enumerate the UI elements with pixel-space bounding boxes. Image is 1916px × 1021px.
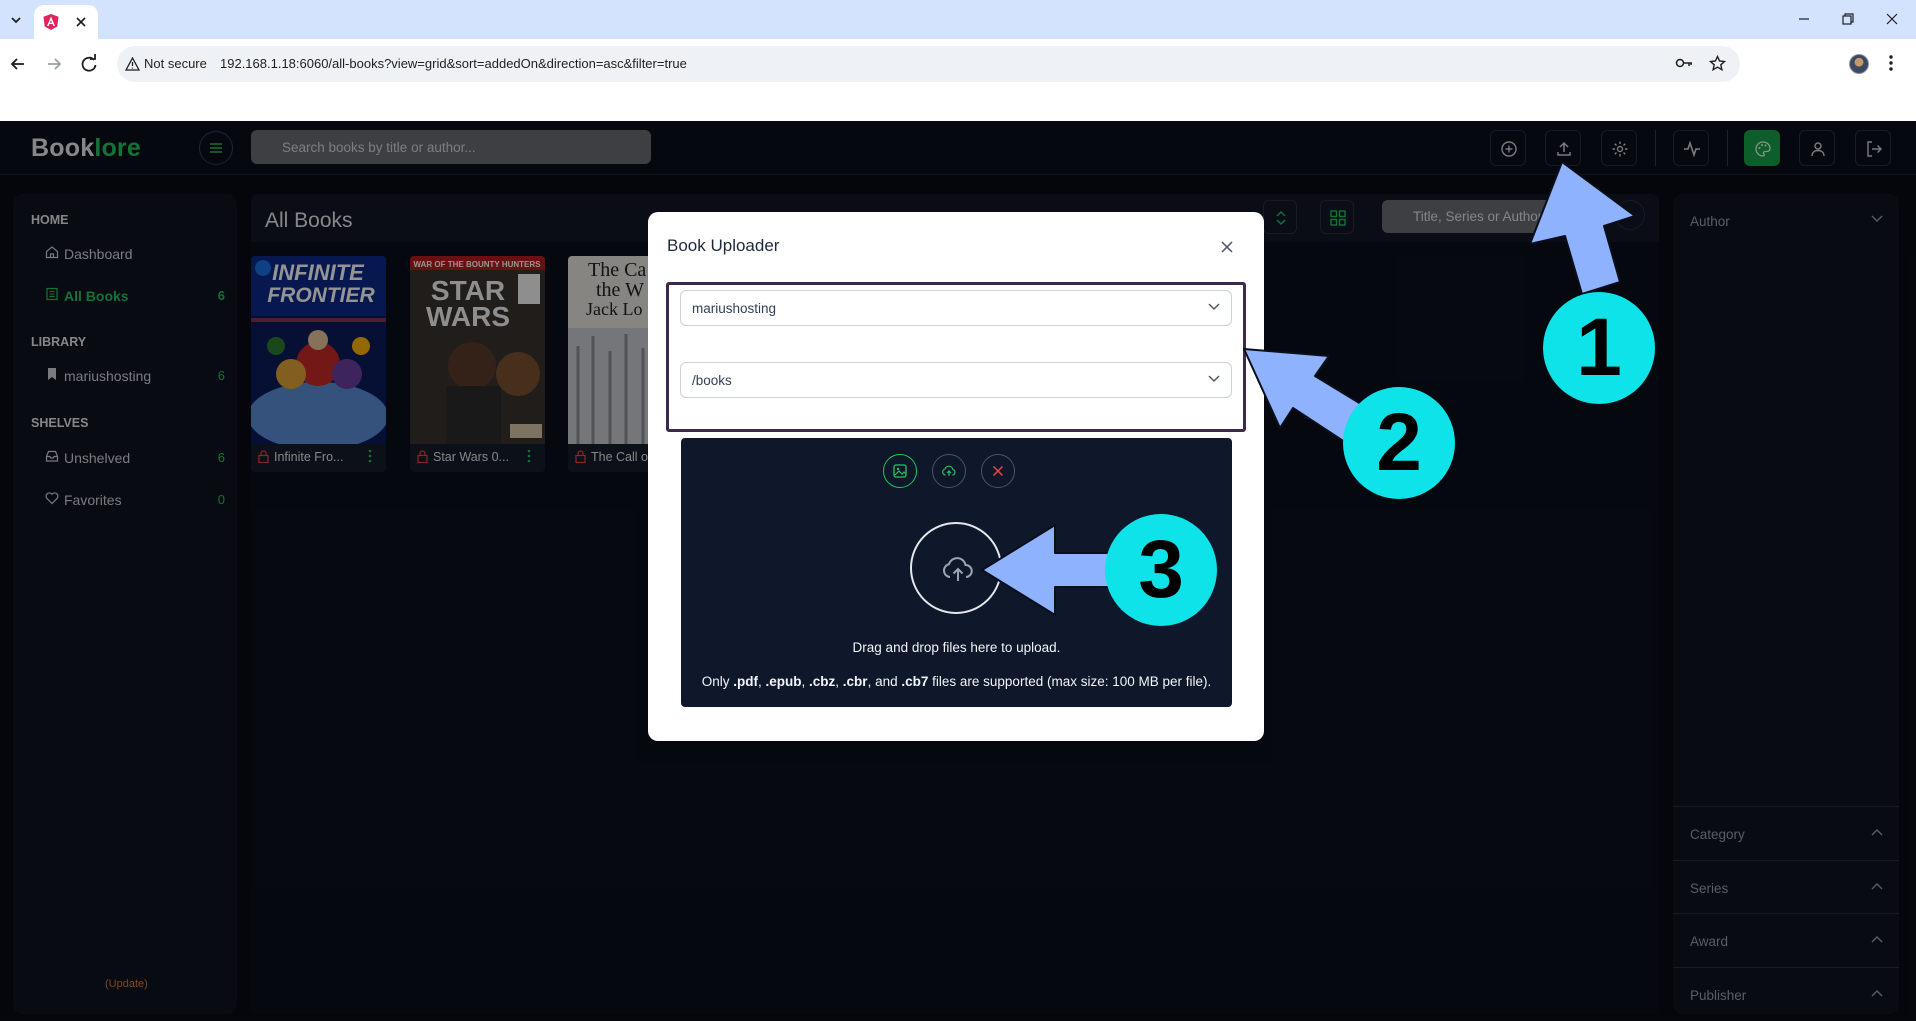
- drop-instructions: Drag and drop files here to upload.: [852, 640, 1061, 655]
- password-key-icon[interactable]: [1675, 56, 1693, 70]
- window-close-icon[interactable]: [1884, 11, 1900, 27]
- security-label[interactable]: Not secure: [144, 56, 207, 71]
- library-select[interactable]: mariushosting: [680, 290, 1232, 326]
- address-bar[interactable]: Not secure 192.168.1.18:6060/all-books?v…: [117, 46, 1740, 82]
- warning-icon: [125, 57, 140, 71]
- chevron-down-icon: [1208, 303, 1220, 310]
- book-uploader-dialog: Book Uploader mariushosting /books Drag …: [648, 212, 1264, 741]
- close-icon: [992, 465, 1004, 477]
- clear-files-button[interactable]: [981, 454, 1015, 488]
- cloud-upload-icon: [942, 465, 956, 476]
- reload-icon[interactable]: [77, 52, 101, 76]
- image-icon: [893, 464, 907, 478]
- annotation-badge-2: 2: [1343, 387, 1455, 499]
- profile-avatar[interactable]: [1849, 54, 1869, 74]
- forward-icon[interactable]: [42, 52, 66, 76]
- dialog-close-button[interactable]: [1214, 234, 1240, 260]
- path-select[interactable]: /books: [680, 362, 1232, 398]
- minimize-icon[interactable]: [1796, 11, 1812, 27]
- browser-menu-icon[interactable]: [1888, 54, 1894, 72]
- browser-toolbar: Not secure 192.168.1.18:6060/all-books?v…: [0, 39, 1916, 121]
- dialog-title: Book Uploader: [667, 236, 780, 255]
- tab-close-icon[interactable]: [74, 15, 88, 29]
- restore-icon[interactable]: [1840, 11, 1856, 27]
- annotation-badge-1: 1: [1543, 292, 1655, 404]
- browser-tab-strip: [0, 0, 1916, 39]
- close-icon: [1221, 241, 1233, 253]
- bookmark-star-icon[interactable]: [1709, 55, 1726, 72]
- annotation-badge-3: 3: [1105, 514, 1217, 626]
- choose-files-button[interactable]: [883, 454, 917, 488]
- url-text[interactable]: 192.168.1.18:6060/all-books?view=grid&so…: [220, 56, 687, 71]
- browser-tab[interactable]: [34, 5, 98, 39]
- upload-files-button[interactable]: [932, 454, 966, 488]
- tab-search-icon[interactable]: [6, 10, 26, 30]
- supported-formats: Only .pdf, .epub, .cbz, .cbr, and .cb7 f…: [701, 674, 1212, 689]
- back-icon[interactable]: [6, 52, 30, 76]
- angular-favicon-icon: [43, 14, 59, 30]
- cloud-upload-icon: [943, 557, 973, 581]
- chevron-down-icon: [1208, 375, 1220, 382]
- upload-circle[interactable]: [910, 522, 1002, 614]
